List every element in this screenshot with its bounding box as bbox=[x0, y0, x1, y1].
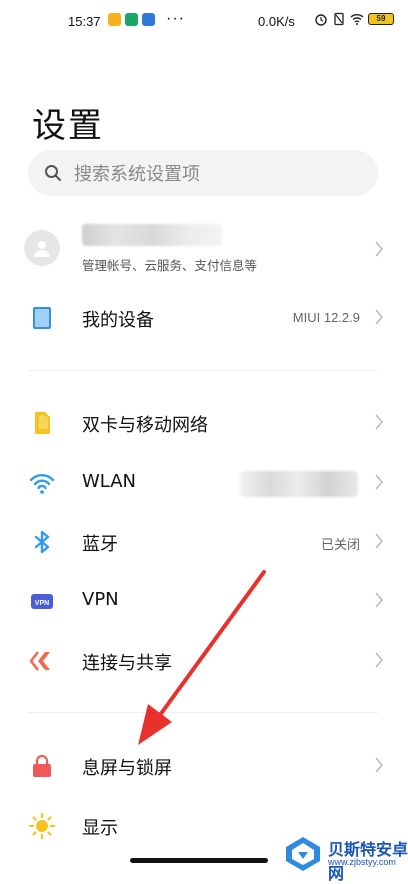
account-subtitle: 管理帐号、云服务、支付信息等 bbox=[82, 258, 258, 273]
sun-icon bbox=[28, 812, 56, 840]
watermark-url: www.zjbstyy.com bbox=[328, 857, 396, 867]
sim-card-icon bbox=[35, 412, 50, 434]
chevron-right-icon bbox=[375, 414, 384, 430]
device-label: 我的设备 bbox=[82, 310, 154, 331]
device-icon bbox=[33, 307, 51, 329]
account-row[interactable]: 管理帐号、云服务、支付信息等 bbox=[0, 218, 408, 280]
settings-item-label: 蓝牙 bbox=[82, 534, 118, 555]
divider bbox=[28, 370, 378, 371]
status-time: 15:37 bbox=[68, 14, 101, 29]
settings-item-wlan[interactable]: WLAN bbox=[0, 455, 408, 511]
vpn-icon: VPN bbox=[31, 594, 53, 609]
notification-app-icon bbox=[142, 13, 155, 26]
status-bar: 15:37 ··· 0.0K/s 59 bbox=[0, 0, 408, 44]
settings-item-label: VPN bbox=[82, 589, 119, 610]
battery-icon: 59 bbox=[368, 13, 394, 25]
settings-item-label: 连接与共享 bbox=[82, 653, 172, 674]
account-name-blurred bbox=[82, 224, 222, 246]
chevron-right-icon bbox=[375, 652, 384, 668]
search-input[interactable]: 搜索系统设置项 bbox=[28, 150, 378, 196]
gesture-bar[interactable] bbox=[130, 858, 268, 863]
lock-icon bbox=[33, 754, 51, 777]
more-notifications-icon: ··· bbox=[166, 10, 185, 27]
notification-app-icon bbox=[108, 13, 121, 26]
share-icon bbox=[29, 651, 50, 671]
network-speed: 0.0K/s bbox=[258, 14, 295, 29]
svg-text:VPN: VPN bbox=[35, 600, 49, 607]
wifi-icon bbox=[29, 474, 55, 494]
notification-app-icon bbox=[125, 13, 138, 26]
settings-item-bluetooth[interactable]: 蓝牙 已关闭 bbox=[0, 514, 408, 570]
chevron-right-icon bbox=[375, 533, 384, 549]
wlan-name-blurred bbox=[240, 471, 358, 497]
avatar-person-icon bbox=[34, 241, 50, 257]
page-title: 设置 bbox=[32, 106, 104, 146]
chevron-right-icon bbox=[375, 309, 384, 325]
settings-item-label: 息屏与锁屏 bbox=[82, 758, 172, 779]
chevron-right-icon bbox=[375, 592, 384, 608]
settings-item-label: WLAN bbox=[82, 471, 137, 492]
bluetooth-icon bbox=[34, 530, 50, 554]
status-notification-icons bbox=[108, 13, 155, 26]
chevron-right-icon bbox=[375, 474, 384, 490]
wifi-status-icon bbox=[350, 14, 364, 25]
alarm-icon bbox=[315, 14, 327, 26]
chevron-right-icon bbox=[375, 241, 384, 257]
settings-item-sim[interactable]: 双卡与移动网络 bbox=[0, 395, 408, 451]
settings-item-connection-sharing[interactable]: 连接与共享 bbox=[0, 633, 408, 689]
my-device-row[interactable]: 我的设备 MIUI 12.2.9 bbox=[0, 290, 408, 346]
settings-item-lock-screen[interactable]: 息屏与锁屏 bbox=[0, 738, 408, 794]
settings-item-label: 显示 bbox=[82, 818, 118, 839]
chevron-right-icon bbox=[375, 757, 384, 773]
search-icon bbox=[45, 165, 61, 181]
settings-item-value: 已关闭 bbox=[320, 537, 360, 552]
no-sim-icon bbox=[334, 12, 344, 26]
divider bbox=[28, 712, 378, 713]
device-value: MIUI 12.2.9 bbox=[292, 310, 360, 325]
search-placeholder: 搜索系统设置项 bbox=[74, 164, 200, 185]
settings-item-vpn[interactable]: VPN VPN bbox=[0, 573, 408, 629]
settings-item-label: 双卡与移动网络 bbox=[82, 415, 208, 436]
status-icons: 59 bbox=[314, 12, 394, 26]
watermark-logo-icon bbox=[286, 837, 320, 871]
